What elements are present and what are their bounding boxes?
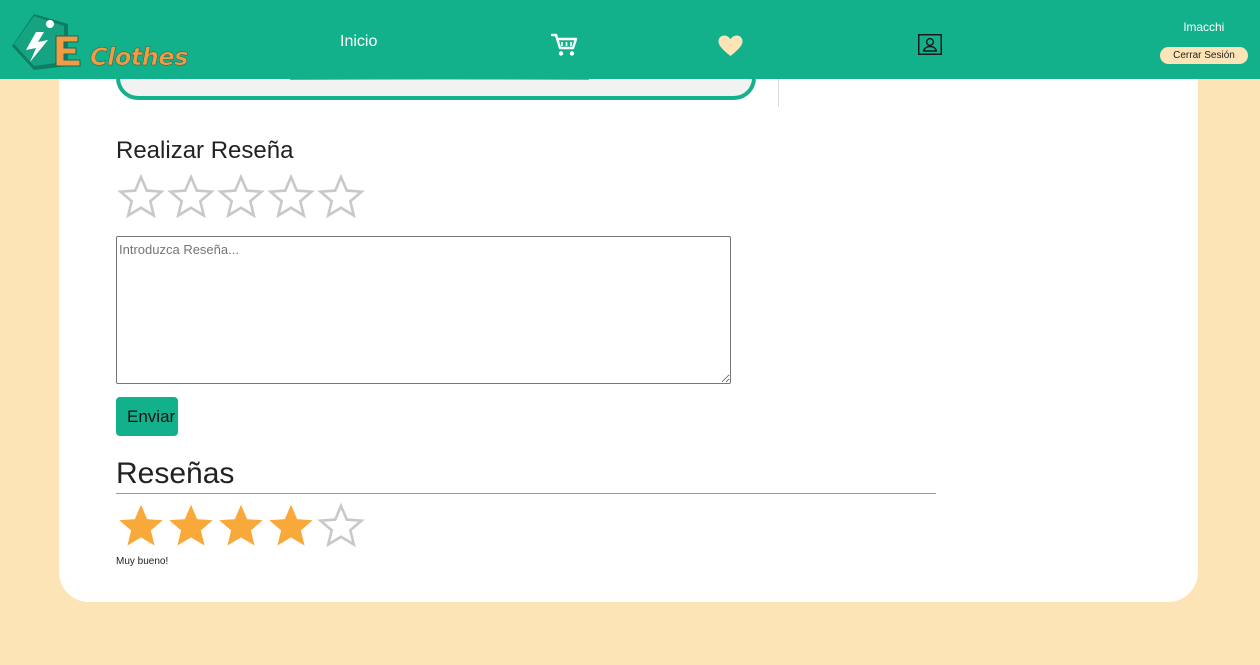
review-textarea[interactable] <box>116 236 731 384</box>
star-filled-icon <box>169 504 213 546</box>
logo-icon <box>12 14 81 70</box>
column-divider <box>778 79 779 107</box>
brand-name: Clothes <box>90 43 189 72</box>
star-empty-icon[interactable] <box>216 173 266 219</box>
star-empty-icon[interactable] <box>116 173 166 219</box>
reviews-divider <box>116 493 936 494</box>
star-filled-icon <box>219 504 263 546</box>
star-filled-icon <box>119 504 163 546</box>
review-rating <box>116 502 366 548</box>
rating-input[interactable] <box>116 173 366 219</box>
heart-icon[interactable] <box>718 35 743 57</box>
star-empty-icon[interactable] <box>266 173 316 219</box>
review-comment: Muy bueno! <box>116 556 169 567</box>
star-filled-icon <box>269 504 313 546</box>
user-icon[interactable] <box>918 34 942 55</box>
nav-inicio-link[interactable]: Inicio <box>340 33 377 51</box>
cart-icon[interactable] <box>551 33 578 57</box>
star-empty-icon <box>317 502 365 548</box>
username-label: lmacchi <box>1183 20 1225 34</box>
logout-button[interactable]: Cerrar Sesión <box>1160 47 1248 64</box>
star-empty-icon[interactable] <box>166 173 216 219</box>
brand-logo[interactable]: Clothes <box>8 10 189 74</box>
top-navbar: Clothes Inicio lmacchi Cerrar Sesión <box>0 0 1260 79</box>
submit-review-button[interactable]: Enviar <box>116 397 178 436</box>
review-form-title: Realizar Reseña <box>116 137 294 164</box>
reviews-title: Reseñas <box>116 457 235 490</box>
star-empty-icon[interactable] <box>316 173 366 219</box>
